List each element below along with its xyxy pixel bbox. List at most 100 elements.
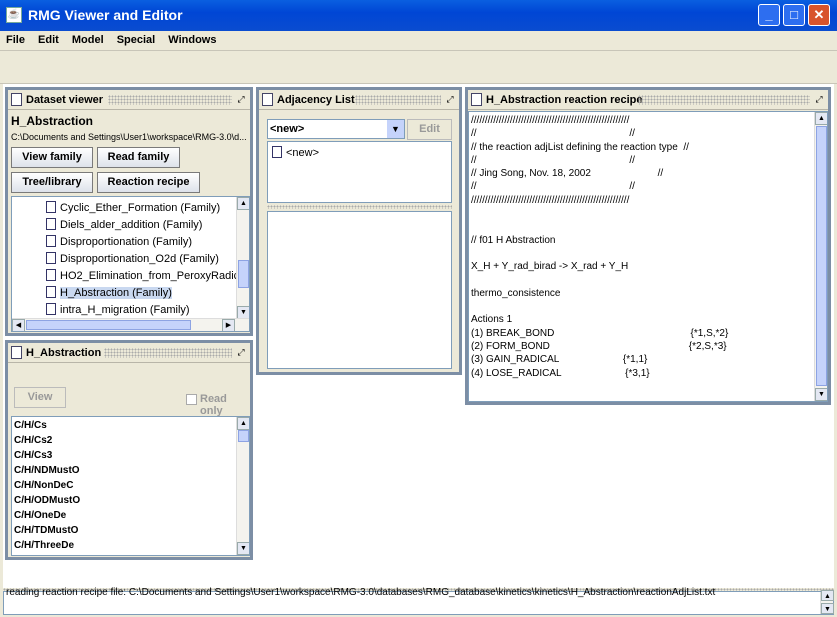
window-title: RMG Viewer and Editor [28,7,183,23]
scroll-thumb[interactable] [816,126,827,386]
tree-item[interactable]: intra_H_migration (Family) [46,303,190,316]
h-abstraction-title-bar[interactable]: H_Abstraction ⤢ [8,343,250,363]
list-item[interactable]: C/H/NonDeC [14,480,73,491]
status-text: reading reaction recipe file: C:\Documen… [6,587,716,598]
document-icon [46,201,56,213]
family-tree-vertical-scrollbar[interactable]: ▲ ▼ [236,197,249,319]
dataset-name: H_Abstraction [11,114,94,128]
reaction-recipe-title-bar[interactable]: H_Abstraction reaction recipe ⤢ [468,90,828,110]
document-icon [46,303,56,315]
adjacency-items-list: <new> [267,141,452,203]
list-item[interactable]: C/H/Cs [14,420,47,431]
toolbar [0,51,837,84]
frame-document-icon [471,93,482,106]
title-grip [638,95,810,105]
tree-item-selected[interactable]: H_Abstraction (Family) [46,286,172,299]
dataset-viewer-title: Dataset viewer [26,94,108,106]
scroll-thumb[interactable] [26,320,191,330]
reaction-recipe-button[interactable]: Reaction recipe [97,172,200,193]
menu-bar: File Edit Model Special Windows [0,31,837,51]
maximize-frame-icon[interactable]: ⤢ [813,93,825,105]
list-item[interactable]: C/H/ODMustO [14,495,80,506]
recipe-text-area[interactable]: ////////////////////////////////////////… [468,111,828,402]
maximize-frame-icon[interactable]: ⤢ [235,346,247,358]
maximize-frame-icon[interactable]: ⤢ [235,93,247,105]
document-icon [46,235,56,247]
status-scrollbar[interactable]: ▲ ▼ [820,590,834,614]
menu-file[interactable]: File [0,31,29,46]
title-grip [108,95,232,105]
adjacency-list-frame: Adjacency List ⤢ <new> ▼ Edit <new> [256,87,462,375]
document-icon [272,146,282,158]
read-only-checkbox[interactable] [186,394,197,405]
read-only-label: Read only [200,393,227,417]
reaction-recipe-title: H_Abstraction reaction recipe [486,94,647,106]
reaction-recipe-frame: H_Abstraction reaction recipe ⤢ ////////… [465,87,831,405]
scroll-thumb[interactable] [238,260,249,288]
tree-item[interactable]: Diels_alder_addition (Family) [46,218,202,231]
adjacency-combo[interactable]: <new> ▼ [267,119,405,139]
maximize-button[interactable]: □ [783,4,805,26]
java-app-icon: ☕ [6,7,22,23]
group-list: C/H/Cs C/H/Cs2 C/H/Cs3 C/H/NDMustO C/H/N… [11,416,250,556]
scroll-up-arrow-icon[interactable]: ▲ [815,112,827,125]
frame-document-icon [11,346,22,359]
family-tree: Cyclic_Ether_Formation (Family) Diels_al… [11,196,250,332]
scroll-up-arrow-icon[interactable]: ▲ [237,417,249,430]
view-family-button[interactable]: View family [11,147,93,168]
close-button[interactable]: ✕ [808,4,830,26]
document-icon [46,252,56,264]
document-icon [46,218,56,230]
menu-model[interactable]: Model [66,31,108,46]
title-grip [104,348,232,358]
dataset-viewer-frame: Dataset viewer ⤢ H_Abstraction C:\Docume… [5,87,253,336]
tree-item[interactable]: Disproportionation_O2d (Family) [46,252,219,265]
scroll-down-arrow-icon[interactable]: ▼ [237,542,249,555]
tree-item[interactable]: Disproportionation (Family) [46,235,192,248]
list-item[interactable]: C/H/NDMustO [14,465,80,476]
scroll-right-arrow-icon[interactable]: ▶ [222,319,235,331]
list-item[interactable]: C/H/TDMustO [14,525,78,536]
list-item[interactable]: C/H/Cs2 [14,435,52,446]
adjacency-list-title-bar[interactable]: Adjacency List ⤢ [259,90,459,110]
dataset-viewer-title-bar[interactable]: Dataset viewer ⤢ [8,90,250,110]
menu-special[interactable]: Special [111,31,160,46]
dataset-path: C:\Documents and Settings\User1\workspac… [11,132,247,142]
maximize-frame-icon[interactable]: ⤢ [444,93,456,105]
minimize-button[interactable]: _ [758,4,780,26]
tree-item[interactable]: HO2_Elimination_from_PeroxyRadical [46,269,236,282]
view-button[interactable]: View [14,387,66,408]
scroll-up-arrow-icon[interactable]: ▲ [237,197,249,210]
menu-edit[interactable]: Edit [32,31,63,46]
split-divider[interactable] [267,205,452,209]
scroll-thumb[interactable] [238,430,249,442]
family-tree-horizontal-scrollbar[interactable]: ◀ ▶ [12,318,249,331]
scroll-down-arrow-icon[interactable]: ▼ [821,603,834,614]
list-item[interactable]: C/H/Cs3 [14,450,52,461]
document-icon [46,269,56,281]
title-bar: ☕ RMG Viewer and Editor _ □ ✕ [0,0,837,31]
title-grip [355,95,441,105]
read-family-button[interactable]: Read family [97,147,180,168]
adjacency-list-title: Adjacency List [277,94,359,106]
list-item[interactable]: C/H/ThreeDe [14,540,74,551]
frame-document-icon [262,93,273,106]
adjacency-text-area[interactable] [267,211,452,369]
scroll-down-arrow-icon[interactable]: ▼ [815,388,827,401]
tree-item[interactable]: Cyclic_Ether_Formation (Family) [46,201,220,214]
scroll-up-arrow-icon[interactable]: ▲ [821,590,834,601]
list-item[interactable]: C/H/OneDe [14,510,66,521]
recipe-scrollbar[interactable]: ▲ ▼ [814,112,827,401]
list-item[interactable]: <new> [272,146,319,159]
scroll-left-arrow-icon[interactable]: ◀ [12,319,25,331]
h-abstraction-frame: H_Abstraction ⤢ View Read only C/H/Cs C/… [5,340,253,560]
menu-windows[interactable]: Windows [162,31,220,46]
tree-library-button[interactable]: Tree/library [11,172,93,193]
document-icon [46,286,56,298]
frame-document-icon [11,93,22,106]
dropdown-arrow-icon[interactable]: ▼ [387,120,404,138]
recipe-text: ////////////////////////////////////////… [471,115,729,379]
group-list-scrollbar[interactable]: ▲ ▼ [236,417,249,555]
edit-button[interactable]: Edit [407,119,452,140]
status-log-area[interactable]: reading reaction recipe file: C:\Documen… [3,587,834,615]
